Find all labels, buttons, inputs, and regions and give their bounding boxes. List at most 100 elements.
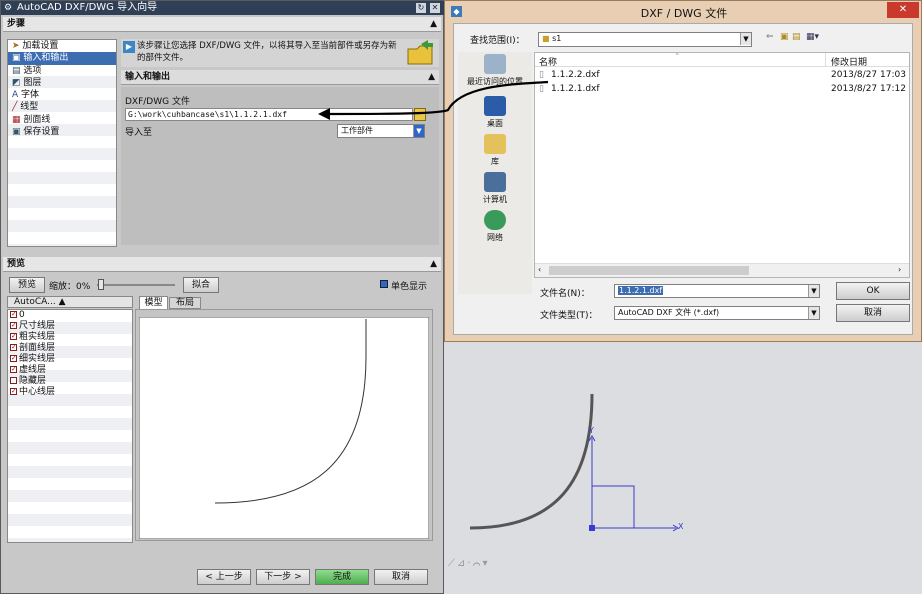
column-divider [825, 53, 826, 67]
layer-checkbox[interactable] [10, 353, 17, 364]
snap-endpoint-icon[interactable]: ⟋ [448, 558, 457, 569]
layer-column-header[interactable]: AutoCA... ▲ [7, 296, 133, 308]
view-menu-icon[interactable]: ▦▾ [806, 32, 819, 42]
steps-section-header[interactable]: 步骤 ▲ [3, 17, 441, 32]
intro-panel: ▶ 该步骤让您选择 DXF/DWG 文件，以将其导入至当前部件或另存为新的部件文… [121, 39, 439, 67]
step-options[interactable]: ▤ 选项 [8, 65, 116, 77]
import-to-label: 导入至 [125, 128, 153, 138]
file-label: DXF/DWG 文件 [125, 97, 190, 107]
preview-canvas [139, 317, 429, 539]
layer-checkbox[interactable] [10, 309, 17, 320]
layer-row[interactable]: 尺寸线层 [8, 320, 132, 332]
look-in-select[interactable]: ■ s1 ▼ [538, 32, 752, 47]
place-computer[interactable]: 计算机 [460, 172, 530, 205]
layer-row[interactable]: 虚线层 [8, 364, 132, 376]
filetype-select[interactable]: AutoCAD DXF 文件 (*.dxf) ▼ [614, 306, 820, 320]
place-network[interactable]: 网络 [460, 210, 530, 243]
zoom-slider-handle[interactable] [98, 279, 104, 290]
y-axis-label: Y [589, 426, 594, 435]
collapse-icon[interactable]: ▲ [428, 70, 435, 85]
io-panel: DXF/DWG 文件 G:\work\cuhbancase\s1\1.1.2.1… [121, 87, 439, 245]
cancel-button[interactable]: 取消 [374, 569, 428, 585]
horizontal-scrollbar[interactable]: ‹ › [535, 263, 909, 277]
tab-model[interactable]: 模型 [139, 296, 168, 309]
snap-midpoint-icon[interactable]: ⊿ [457, 558, 467, 569]
step-layers[interactable]: ◩ 图层 [8, 77, 116, 89]
wizard-title: AutoCAD DXF/DWG 导入向导 [17, 2, 158, 13]
scroll-left-icon[interactable]: ‹ [538, 265, 541, 274]
close-icon[interactable]: ✕ [887, 2, 919, 18]
collapse-icon[interactable]: ▲ [430, 17, 437, 32]
step-load-settings[interactable]: ➤ 加载设置 [8, 40, 116, 52]
file-row[interactable]: ▯ 1.1.2.2.dxf 2013/8/27 17:03 [537, 70, 907, 82]
layer-row[interactable]: 隐藏层 [8, 376, 132, 387]
steps-header-label: 步骤 [7, 19, 26, 29]
preview-area [135, 309, 433, 541]
place-library[interactable]: 库 [460, 134, 530, 167]
step-save-settings[interactable]: ▣ 保存设置 [8, 126, 116, 138]
layer-checkbox[interactable] [10, 320, 17, 331]
layer-checkbox[interactable] [10, 377, 17, 384]
place-recent[interactable]: 最近访问的位置 [460, 54, 530, 87]
back-arrow-icon[interactable]: ⇐ [766, 32, 774, 42]
chevron-down-icon: ▼ [740, 33, 751, 45]
up-folder-icon[interactable]: ▣ [780, 32, 789, 42]
preview-header-label: 预览 [7, 259, 26, 269]
step-hatch[interactable]: ▦ 剖面线 [8, 114, 116, 126]
sort-caret-icon: ˄ [675, 53, 680, 63]
cad-drawing [469, 393, 679, 532]
layer-row[interactable]: 细实线层 [8, 353, 132, 365]
preview-section-header[interactable]: 预览 ▲ [3, 257, 441, 272]
layer-checkbox[interactable] [10, 386, 17, 397]
layer-row[interactable]: 剖面线层 [8, 342, 132, 354]
ok-button[interactable]: OK [836, 282, 910, 300]
filename-label: 文件名(N)： [540, 289, 590, 299]
chevron-down-icon: ▼ [413, 125, 424, 137]
filename-input[interactable]: 1.1.2.1.dxf ▼ [614, 284, 820, 298]
cad-viewport[interactable]: X Y ⟋⊿·⌒▾ [444, 342, 922, 594]
column-modified[interactable]: 修改日期 [831, 55, 867, 68]
layer-row[interactable]: 粗实线层 [8, 331, 132, 343]
steps-list: ➤ 加载设置 ▣ 输入和输出 ▤ 选项 ◩ 图层 A 字体 ╱ 线型 ▦ 剖面线… [7, 39, 117, 247]
dialog-title: DXF / DWG 文件 [640, 7, 728, 20]
collapse-icon[interactable]: ▲ [430, 257, 437, 272]
back-button[interactable]: < 上一步 [197, 569, 251, 585]
close-icon[interactable]: ✕ [430, 3, 440, 13]
layer-row[interactable]: 0 [8, 309, 132, 321]
place-desktop[interactable]: 桌面 [460, 96, 530, 129]
tab-layout[interactable]: 布局 [169, 297, 201, 309]
layer-checkbox[interactable] [10, 342, 17, 353]
next-button[interactable]: 下一步 > [256, 569, 310, 585]
scroll-thumb[interactable] [549, 266, 749, 275]
layer-checkbox[interactable] [10, 331, 17, 342]
reset-icon[interactable]: ↻ [416, 3, 426, 13]
snap-tangent-icon[interactable]: ⌒ [473, 558, 483, 569]
step-input-output[interactable]: ▣ 输入和输出 [8, 52, 116, 65]
zoom-slider-track[interactable] [97, 284, 175, 286]
wizard-title-bar: ⚙ AutoCAD DXF/DWG 导入向导 ↻ ✕ [1, 1, 445, 15]
scroll-right-icon[interactable]: › [898, 265, 901, 274]
column-name[interactable]: 名称 [539, 55, 557, 68]
snap-options-icon[interactable]: ▾ [483, 558, 490, 569]
intro-text: 该步骤让您选择 DXF/DWG 文件，以将其导入至当前部件或另存为新的部件文件。 [137, 41, 397, 63]
step-fonts[interactable]: A 字体 [8, 89, 116, 101]
browse-folder-icon[interactable] [414, 108, 426, 121]
step-linetypes[interactable]: ╱ 线型 [8, 101, 116, 113]
snap-toolbar[interactable]: ⟋⊿·⌒▾ [448, 558, 552, 572]
layer-list: 0 尺寸线层 粗实线层 剖面线层 细实线层 虚线层 隐藏层 中心线层 [7, 309, 133, 543]
layer-checkbox[interactable] [10, 364, 17, 375]
import-to-select[interactable]: 工作部件 ▼ [337, 124, 425, 138]
io-section-header[interactable]: 输入和输出 ▲ [121, 70, 439, 85]
preview-button[interactable]: 预览 [9, 277, 45, 293]
chevron-down-icon: ▼ [808, 307, 819, 319]
finish-button[interactable]: 完成 [315, 569, 369, 585]
new-folder-icon[interactable]: ▤ [792, 32, 801, 42]
layer-row[interactable]: 中心线层 [8, 386, 132, 398]
file-path-input[interactable]: G:\work\cuhbancase\s1\1.1.2.1.dxf [125, 108, 413, 121]
dialog-cancel-button[interactable]: 取消 [836, 304, 910, 322]
mono-display-checkbox[interactable] [380, 280, 388, 288]
settings-icon[interactable]: ⚙ [4, 1, 12, 15]
fit-button[interactable]: 拟合 [183, 277, 219, 293]
dialog-body: 查找范围(I)： ■ s1 ▼ ⇐ ▣ ▤ ▦▾ 最近访问的位置 桌面 库 计算… [453, 23, 913, 335]
file-row[interactable]: ▯ 1.1.2.1.dxf 2013/8/27 17:12 [537, 84, 907, 96]
